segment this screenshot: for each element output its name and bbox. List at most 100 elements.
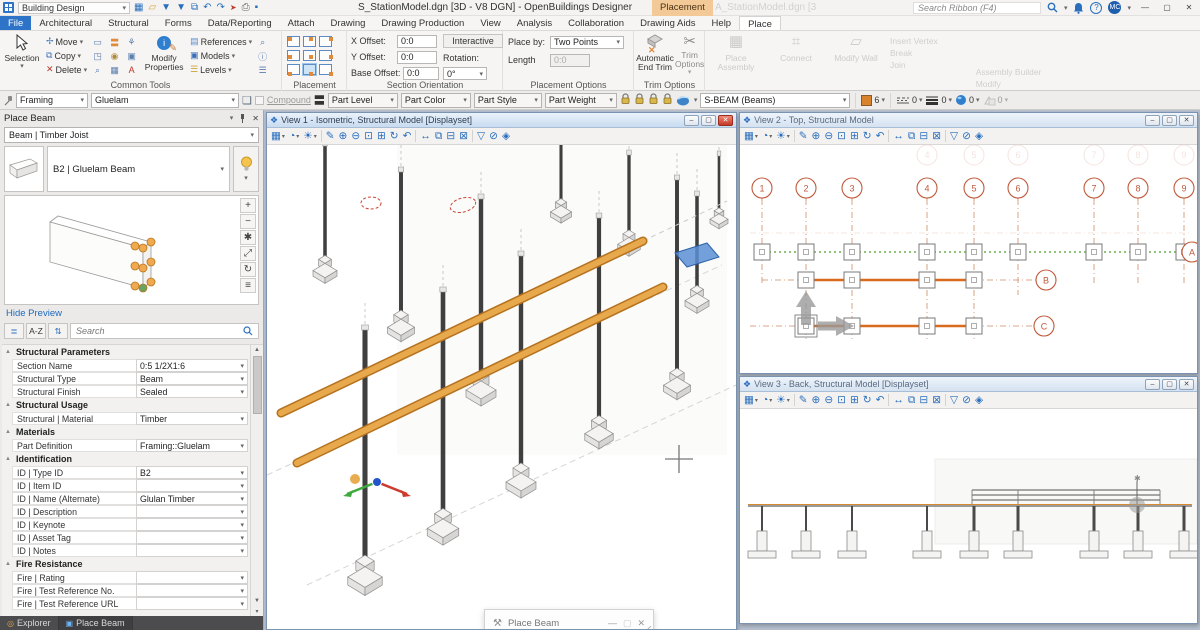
tab-file[interactable]: File bbox=[0, 16, 31, 30]
fit-view-icon[interactable]: ⊞ bbox=[850, 130, 859, 142]
param-value-combo[interactable]: ▾ bbox=[136, 544, 248, 557]
fit-view-icon[interactable]: ⊞ bbox=[850, 394, 859, 406]
display-style-icon[interactable]: ◔▾ bbox=[762, 394, 772, 406]
clear-emphasis-icon[interactable]: ✎ bbox=[799, 130, 808, 142]
beam-family-combo[interactable]: Beam | Timber Joist ▾ bbox=[4, 127, 259, 143]
type-combo[interactable]: Gluelam▾ bbox=[91, 93, 239, 108]
clip-volume-icon[interactable]: ▽ bbox=[950, 394, 958, 406]
chevron-down-icon[interactable]: ▾ bbox=[694, 96, 698, 104]
filter-sort-button[interactable]: ⇅ bbox=[48, 323, 68, 339]
resize-grip[interactable] bbox=[643, 626, 651, 629]
param-value-combo[interactable]: Glulan Timber▾ bbox=[136, 492, 248, 505]
preview-light-button[interactable]: ▾ bbox=[233, 146, 259, 192]
param-value-combo[interactable]: ▾ bbox=[136, 597, 248, 610]
tab-architectural[interactable]: Architectural bbox=[31, 16, 100, 30]
param-value-combo[interactable]: ▾ bbox=[136, 479, 248, 492]
lock-style-icon[interactable] bbox=[648, 93, 659, 108]
window-area-icon[interactable]: ⊡ bbox=[837, 130, 846, 142]
y-offset-field[interactable]: 0:0 bbox=[397, 51, 437, 64]
list-view-button[interactable]: ≣ bbox=[4, 323, 24, 339]
search-icon[interactable] bbox=[1047, 2, 1058, 13]
view2-close-button[interactable]: ✕ bbox=[1179, 115, 1194, 126]
copy-view-icon[interactable]: ⧉ bbox=[908, 130, 916, 143]
panel-search-input[interactable] bbox=[76, 326, 243, 336]
save-settings-icon[interactable]: ▼ bbox=[176, 2, 186, 13]
adjust-lighting-icon[interactable]: ☀▾ bbox=[776, 394, 789, 406]
models-button[interactable]: ▣Models▾ bbox=[188, 49, 254, 62]
place-beam-tool-dialog[interactable]: ⚒ Place Beam — ▢ ✕ bbox=[484, 609, 654, 629]
layers-stack-icon[interactable]: ❏ bbox=[242, 94, 252, 107]
tab-forms[interactable]: Forms bbox=[157, 16, 200, 30]
view1-close-button[interactable]: ✕ bbox=[718, 115, 733, 126]
saved-views-icon[interactable]: ◈ bbox=[975, 130, 983, 142]
param-value-combo[interactable]: ▾ bbox=[136, 518, 248, 531]
undo-view-icon[interactable]: ↶ bbox=[876, 130, 885, 142]
account-chevron-icon[interactable]: ▾ bbox=[1127, 4, 1131, 12]
element-info-icon[interactable]: ⓘ bbox=[254, 49, 271, 63]
open-folder-icon[interactable]: ▱ bbox=[148, 2, 156, 13]
tab-structural[interactable]: Structural bbox=[100, 16, 157, 30]
preview-fit-button[interactable]: ⤢ bbox=[240, 246, 256, 261]
param-group-structural-parameters[interactable]: ▲Structural Parameters bbox=[2, 345, 263, 359]
param-value-combo[interactable]: Framing::Gluelam▾ bbox=[136, 439, 248, 452]
match-attributes-icon[interactable]: 〓 bbox=[106, 35, 123, 49]
trim-options-button[interactable]: ✂ Trim Options ▾ bbox=[675, 33, 704, 77]
bottom-tab-explorer[interactable]: ◎Explorer bbox=[0, 616, 59, 630]
place-by-combo[interactable]: Two Points ▾ bbox=[550, 36, 624, 49]
close-button[interactable]: ✕ bbox=[1181, 2, 1197, 14]
pan-view-icon[interactable]: ↔ bbox=[420, 130, 431, 142]
param-value-combo[interactable]: ▾ bbox=[136, 584, 248, 597]
pattern-icon[interactable]: ▦ bbox=[106, 63, 123, 77]
display-style-icon[interactable]: ◔▾ bbox=[762, 130, 772, 142]
preview-zoom-in-button[interactable]: + bbox=[240, 198, 256, 213]
compound-toggle[interactable]: Compound bbox=[255, 95, 311, 105]
param-value-combo[interactable]: 0:5 1/2X1:6▾ bbox=[136, 359, 248, 372]
rotate-view-icon[interactable]: ↻ bbox=[863, 130, 872, 142]
undo-view-icon[interactable]: ↶ bbox=[403, 130, 412, 142]
view3-titlebar[interactable]: ❖ View 3 - Back, Structural Model [Displ… bbox=[740, 377, 1197, 392]
saved-views-icon[interactable]: ◈ bbox=[502, 130, 510, 142]
scroll-up-icon[interactable]: ▲ bbox=[254, 345, 260, 355]
clip-mask-icon[interactable]: ⊘ bbox=[962, 394, 971, 406]
tab-help[interactable]: Help bbox=[704, 16, 740, 30]
view1-content[interactable]: ⚒ Place Beam — ▢ ✕ bbox=[267, 145, 736, 629]
tab-drawing-aids[interactable]: Drawing Aids bbox=[632, 16, 703, 30]
param-value-combo[interactable]: ▾ bbox=[136, 505, 248, 518]
cell-tools-icon[interactable]: ▣ bbox=[123, 49, 140, 63]
panel-close-icon[interactable]: ✕ bbox=[252, 114, 259, 123]
placement-point-2[interactable] bbox=[319, 36, 332, 47]
user-avatar[interactable]: MC bbox=[1108, 1, 1121, 14]
view3-close-button[interactable]: ✕ bbox=[1179, 379, 1194, 390]
tab-data-reporting[interactable]: Data/Reporting bbox=[200, 16, 280, 30]
references-button[interactable]: ▤References▾ bbox=[188, 35, 254, 48]
window-tile-icon[interactable]: ⊠ bbox=[932, 394, 941, 406]
tab-attach[interactable]: Attach bbox=[280, 16, 323, 30]
view-flags-icon[interactable]: ⊟ bbox=[919, 394, 928, 406]
rotate-view-icon[interactable]: ↻ bbox=[863, 394, 872, 406]
levels-button[interactable]: ☰Levels▾ bbox=[188, 63, 254, 76]
placement-point-5[interactable] bbox=[319, 50, 332, 61]
part-weight-combo[interactable]: Part Weight▾ bbox=[545, 93, 617, 108]
window-tile-icon[interactable]: ⊠ bbox=[932, 130, 941, 142]
parameters-scrollbar[interactable]: ▲ ▼ ▾ bbox=[250, 345, 263, 616]
display-style-icon[interactable]: ◔▾ bbox=[289, 130, 299, 142]
undo-view-icon[interactable]: ↶ bbox=[876, 394, 885, 406]
scroll-page-icon[interactable]: ▾ bbox=[255, 606, 258, 616]
active-settings-globe-icon[interactable] bbox=[676, 94, 691, 107]
view2-minimize-button[interactable]: ‒ bbox=[1145, 115, 1160, 126]
clip-mask-icon[interactable]: ⊘ bbox=[962, 130, 971, 142]
view1-titlebar[interactable]: ❖ View 1 - Isometric, Structural Model [… bbox=[267, 113, 736, 128]
clip-volume-icon[interactable]: ▽ bbox=[950, 130, 958, 142]
zoom-out-icon[interactable]: ⊖ bbox=[824, 394, 833, 406]
param-group-identification[interactable]: ▲Identification bbox=[2, 452, 263, 466]
view-attributes-icon[interactable]: ▦▾ bbox=[744, 130, 758, 142]
placement-point-3[interactable] bbox=[287, 50, 300, 61]
line-weight-control[interactable]: 0▾ bbox=[925, 95, 952, 105]
copy-view-icon[interactable]: ⧉ bbox=[908, 394, 916, 407]
save-icon[interactable]: ▼ bbox=[161, 2, 171, 13]
copy-settings-icon[interactable]: ⧉ bbox=[191, 2, 198, 13]
placement-point-0[interactable] bbox=[287, 36, 300, 47]
clear-emphasis-icon[interactable]: ✎ bbox=[326, 130, 335, 142]
preview-zoom-out-button[interactable]: − bbox=[240, 214, 256, 229]
interactive-button[interactable]: Interactive bbox=[443, 34, 503, 48]
